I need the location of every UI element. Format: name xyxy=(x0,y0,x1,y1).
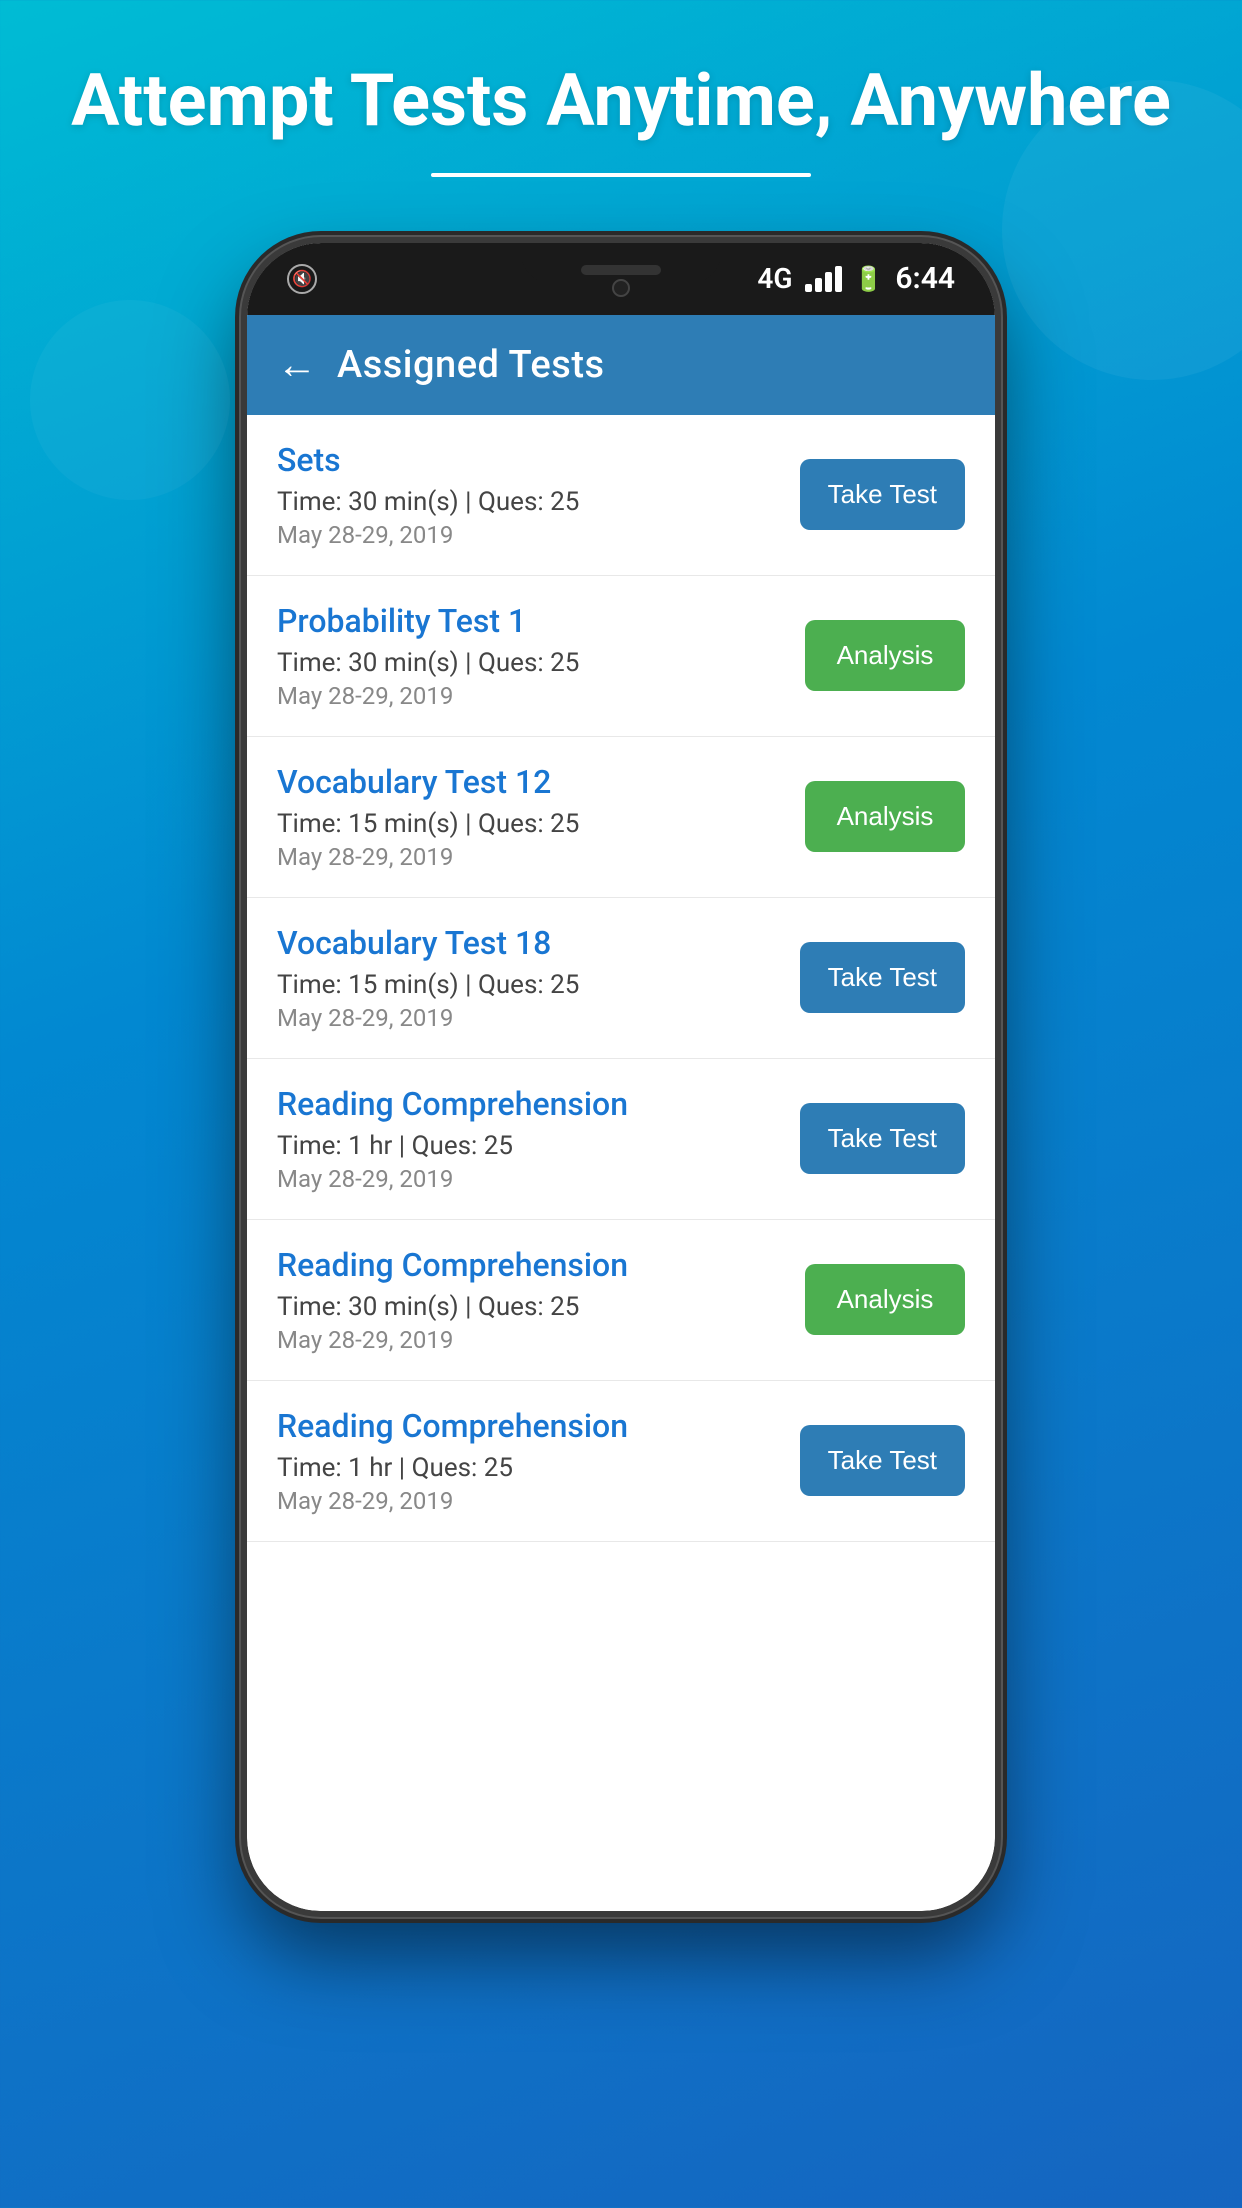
page-title: Assigned Tests xyxy=(337,343,605,387)
take-test-button[interactable]: Take Test xyxy=(800,1103,965,1174)
time-display: 6:44 xyxy=(895,261,955,296)
test-meta: Time: 30 min(s) | Ques: 25 xyxy=(277,648,805,678)
test-date: May 28-29, 2019 xyxy=(277,521,800,549)
take-test-button[interactable]: Take Test xyxy=(800,459,965,530)
test-meta: Time: 30 min(s) | Ques: 25 xyxy=(277,487,800,517)
test-name: Vocabulary Test 18 xyxy=(277,924,800,962)
test-item: Sets Time: 30 min(s) | Ques: 25 May 28-29,… xyxy=(247,415,995,576)
test-list: Sets Time: 30 min(s) | Ques: 25 May 28-29,… xyxy=(247,415,995,1911)
test-date: May 28-29, 2019 xyxy=(277,1004,800,1032)
test-date: May 28-29, 2019 xyxy=(277,682,805,710)
status-right: 4G 🔋 6:44 xyxy=(757,261,955,296)
test-meta: Time: 30 min(s) | Ques: 25 xyxy=(277,1292,805,1322)
test-info: Reading Comprehension Time: 30 min(s) | Q… xyxy=(277,1246,805,1354)
analysis-button[interactable]: Analysis xyxy=(805,1264,965,1335)
phone-side-button xyxy=(999,543,1001,643)
test-item: Vocabulary Test 18 Time: 15 min(s) | Ques… xyxy=(247,898,995,1059)
test-name: Reading Comprehension xyxy=(277,1407,800,1445)
hero-divider xyxy=(431,173,811,177)
test-item: Vocabulary Test 12 Time: 15 min(s) | Ques… xyxy=(247,737,995,898)
hero-section: Attempt Tests Anytime, Anywhere xyxy=(0,0,1242,217)
test-date: May 28-29, 2019 xyxy=(277,843,805,871)
test-date: May 28-29, 2019 xyxy=(277,1165,800,1193)
test-info: Probability Test 1 Time: 30 min(s) | Ques… xyxy=(277,602,805,710)
test-name: Reading Comprehension xyxy=(277,1085,800,1123)
battery-icon: 🔋 xyxy=(854,265,884,293)
take-test-button[interactable]: Take Test xyxy=(800,942,965,1013)
analysis-button[interactable]: Analysis xyxy=(805,620,965,691)
hero-title: Attempt Tests Anytime, Anywhere xyxy=(0,60,1242,143)
test-meta: Time: 1 hr | Ques: 25 xyxy=(277,1131,800,1161)
phone-frame: 🔇 4G 🔋 6:44 ← xyxy=(241,237,1001,1917)
test-info: Reading Comprehension Time: 1 hr | Ques: … xyxy=(277,1085,800,1193)
test-name: Sets xyxy=(277,441,800,479)
front-camera xyxy=(612,279,630,297)
phone-screen: 🔇 4G 🔋 6:44 ← xyxy=(247,243,995,1911)
test-info: Vocabulary Test 18 Time: 15 min(s) | Ques… xyxy=(277,924,800,1032)
notch-area xyxy=(581,261,661,297)
back-button[interactable]: ← xyxy=(277,341,317,388)
signal-bars xyxy=(805,266,842,292)
status-left: 🔇 xyxy=(287,264,317,294)
test-name: Probability Test 1 xyxy=(277,602,805,640)
volume-icon: 🔇 xyxy=(287,264,317,294)
analysis-button[interactable]: Analysis xyxy=(805,781,965,852)
test-item: Reading Comprehension Time: 30 min(s) | Q… xyxy=(247,1220,995,1381)
app-header: ← Assigned Tests xyxy=(247,315,995,415)
test-info: Vocabulary Test 12 Time: 15 min(s) | Ques… xyxy=(277,763,805,871)
test-name: Vocabulary Test 12 xyxy=(277,763,805,801)
test-name: Reading Comprehension xyxy=(277,1246,805,1284)
test-info: Reading Comprehension Time: 1 hr | Ques: … xyxy=(277,1407,800,1515)
test-date: May 28-29, 2019 xyxy=(277,1326,805,1354)
test-meta: Time: 15 min(s) | Ques: 25 xyxy=(277,809,805,839)
test-item: Probability Test 1 Time: 30 min(s) | Ques… xyxy=(247,576,995,737)
speaker-grill xyxy=(581,265,661,275)
test-date: May 28-29, 2019 xyxy=(277,1487,800,1515)
take-test-button[interactable]: Take Test xyxy=(800,1425,965,1496)
network-label: 4G xyxy=(757,262,792,295)
test-info: Sets Time: 30 min(s) | Ques: 25 May 28-29,… xyxy=(277,441,800,549)
test-item: Reading Comprehension Time: 1 hr | Ques: … xyxy=(247,1059,995,1220)
test-item: Reading Comprehension Time: 1 hr | Ques: … xyxy=(247,1381,995,1542)
test-meta: Time: 1 hr | Ques: 25 xyxy=(277,1453,800,1483)
test-meta: Time: 15 min(s) | Ques: 25 xyxy=(277,970,800,1000)
